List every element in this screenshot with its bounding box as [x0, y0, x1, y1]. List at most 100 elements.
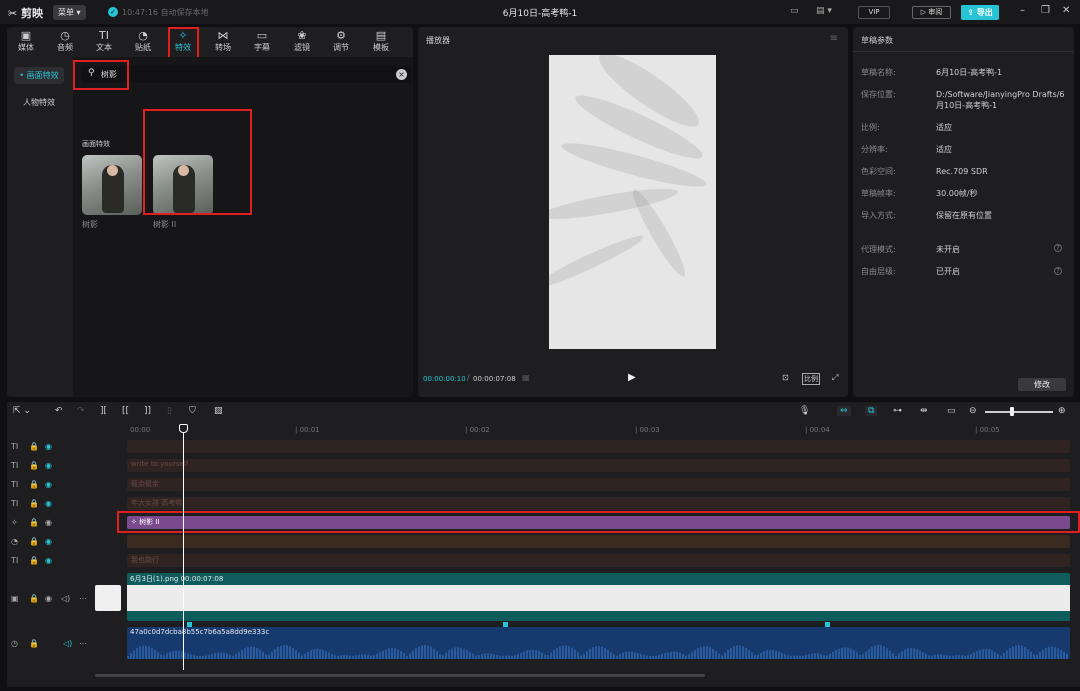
- expand-icon[interactable]: ⤢: [832, 373, 838, 383]
- zoom-slider[interactable]: [985, 411, 1053, 413]
- review-label: 审阅: [928, 8, 943, 16]
- maximize-icon[interactable]: ❐: [1041, 5, 1050, 16]
- menu-icon[interactable]: ≡: [830, 33, 838, 44]
- layout-icon[interactable]: ▭: [790, 6, 799, 16]
- split-icon[interactable]: ][: [100, 406, 107, 416]
- param-key: 比例:: [861, 123, 880, 132]
- search-input[interactable]: [101, 66, 381, 83]
- eye-icon[interactable]: ◉: [45, 537, 52, 546]
- mic-icon[interactable]: 🎙: [799, 406, 810, 416]
- lock-icon[interactable]: 🔒: [29, 556, 39, 565]
- vip-button[interactable]: VIP: [858, 6, 890, 19]
- image-icon[interactable]: ▨: [214, 406, 223, 416]
- export-button[interactable]: ⇪ 导出: [961, 5, 999, 20]
- tab-audio[interactable]: ◷ 音频: [46, 27, 84, 57]
- zoom-out-icon[interactable]: ⊖: [969, 406, 977, 416]
- category-scene-effects[interactable]: • 画面特效: [14, 67, 64, 84]
- subtitle-icon: ▭: [256, 29, 268, 42]
- eye-icon[interactable]: ◉: [45, 556, 52, 565]
- effect-label: 树影: [82, 220, 98, 229]
- mute-icon[interactable]: ◁): [63, 639, 72, 648]
- modify-button[interactable]: 修改: [1018, 378, 1066, 391]
- tab-template[interactable]: ▤ 模板: [362, 27, 400, 57]
- eye-icon[interactable]: ◉: [45, 518, 52, 527]
- playhead[interactable]: [183, 424, 184, 670]
- video-track-cover[interactable]: [95, 585, 121, 611]
- link-main-track-icon[interactable]: ⇔: [837, 406, 851, 416]
- clear-icon[interactable]: ×: [396, 69, 407, 80]
- layout-menu-icon[interactable]: ▤ ▾: [816, 6, 832, 16]
- preview-canvas[interactable]: [549, 55, 716, 349]
- eye-icon[interactable]: ◉: [45, 442, 52, 451]
- app-logo: ✂ 剪映: [8, 7, 44, 20]
- lock-icon[interactable]: 🔒: [29, 537, 39, 546]
- lock-icon[interactable]: 🔒: [29, 442, 39, 451]
- eye-icon[interactable]: ◉: [45, 461, 52, 470]
- horizontal-scrollbar[interactable]: [95, 674, 705, 677]
- volume-icon[interactable]: ◁): [61, 594, 70, 603]
- lock-icon[interactable]: 🔒: [29, 499, 39, 508]
- category-person-effects[interactable]: 人物特效: [14, 94, 64, 111]
- param-value: 保留在原有位置: [936, 211, 992, 220]
- select-tool-icon[interactable]: ⇱ ⌄: [13, 406, 31, 416]
- text-track-icon: TI: [11, 556, 19, 565]
- tab-text[interactable]: TI 文本: [85, 27, 123, 57]
- tab-transition[interactable]: ⋈ 转场: [204, 27, 242, 57]
- transition-icon: ⋈: [217, 29, 229, 42]
- audio-clip[interactable]: 47a0c0d7dcba8b55c7b6a5a8dd9e333c: [127, 627, 1070, 659]
- lock-icon[interactable]: 🔒: [29, 480, 39, 489]
- review-button[interactable]: ▷ 审阅: [912, 6, 951, 19]
- text-clip[interactable]: 年大女孩 高考鸭: [127, 497, 1070, 510]
- eye-icon[interactable]: ◉: [45, 594, 52, 603]
- redo-icon[interactable]: ↷: [77, 406, 85, 416]
- video-clip[interactable]: 6月3日(1).png 00:00:07:08: [127, 573, 1070, 621]
- tab-filter[interactable]: ❀ 滤镜: [283, 27, 321, 57]
- split-left-icon[interactable]: [[: [122, 406, 129, 416]
- lock-icon[interactable]: 🔒: [29, 639, 39, 648]
- fullscreen-preview-icon[interactable]: ⊡: [782, 373, 789, 382]
- chain-icon[interactable]: ⊶: [893, 406, 902, 416]
- lock-icon[interactable]: 🔒: [29, 518, 39, 527]
- clip-label: write to yourself: [131, 460, 189, 468]
- undo-icon[interactable]: ↶: [55, 406, 63, 416]
- tab-media[interactable]: ▣ 媒体: [7, 27, 45, 57]
- zoom-slider-handle[interactable]: [1010, 407, 1014, 416]
- eye-icon[interactable]: ◉: [45, 480, 52, 489]
- playhead-handle[interactable]: [179, 424, 188, 433]
- text-track-icon: TI: [11, 442, 19, 451]
- lock-icon[interactable]: 🔒: [29, 594, 39, 603]
- help-icon[interactable]: ?: [1054, 244, 1062, 252]
- ratio-button[interactable]: 比例: [802, 373, 820, 385]
- effect-item[interactable]: 树影: [82, 155, 142, 230]
- split-right-icon[interactable]: ]]: [144, 406, 151, 416]
- close-icon[interactable]: ✕: [1062, 5, 1070, 16]
- text-clip[interactable]: 筱余筱余: [127, 478, 1070, 491]
- more-icon[interactable]: ⋯: [79, 639, 87, 648]
- timecode-grid-icon[interactable]: ▦: [522, 373, 530, 382]
- preview-axis-icon[interactable]: ⇹: [920, 406, 928, 416]
- tab-sticker[interactable]: ◔ 贴纸: [124, 27, 162, 57]
- lock-icon[interactable]: 🔒: [29, 461, 39, 470]
- highlight-box: [168, 27, 199, 59]
- tab-adjust[interactable]: ⚙ 调节: [322, 27, 360, 57]
- tab-subtitle[interactable]: ▭ 字幕: [243, 27, 281, 57]
- minimize-icon[interactable]: –: [1020, 5, 1025, 16]
- time-ruler[interactable]: 00:00 | 00:01 | 00:02 | 00:03 | 00:04 | …: [127, 424, 1080, 438]
- text-track-icon: TI: [11, 461, 19, 470]
- zoom-in-icon[interactable]: ⊕: [1058, 406, 1066, 416]
- more-icon[interactable]: ⋯: [79, 594, 87, 603]
- text-clip[interactable]: write to yourself: [127, 459, 1070, 472]
- param-key: 保存位置:: [861, 90, 896, 99]
- caption-icon[interactable]: ▭: [947, 406, 956, 416]
- linkage-icon[interactable]: ⧉: [865, 406, 878, 416]
- sticker-clip[interactable]: [127, 535, 1070, 548]
- eye-icon[interactable]: ◉: [45, 499, 52, 508]
- param-key: 草稿名称:: [861, 68, 896, 77]
- delete-icon[interactable]: ▯: [167, 406, 172, 416]
- menu-button[interactable]: 菜单 ▾: [53, 5, 86, 20]
- play-button[interactable]: ▶: [628, 372, 636, 383]
- help-icon[interactable]: ?: [1054, 267, 1062, 275]
- text-clip[interactable]: [127, 440, 1070, 453]
- shield-icon[interactable]: ⛉: [189, 406, 196, 416]
- text-clip[interactable]: 我也能行: [127, 554, 1070, 567]
